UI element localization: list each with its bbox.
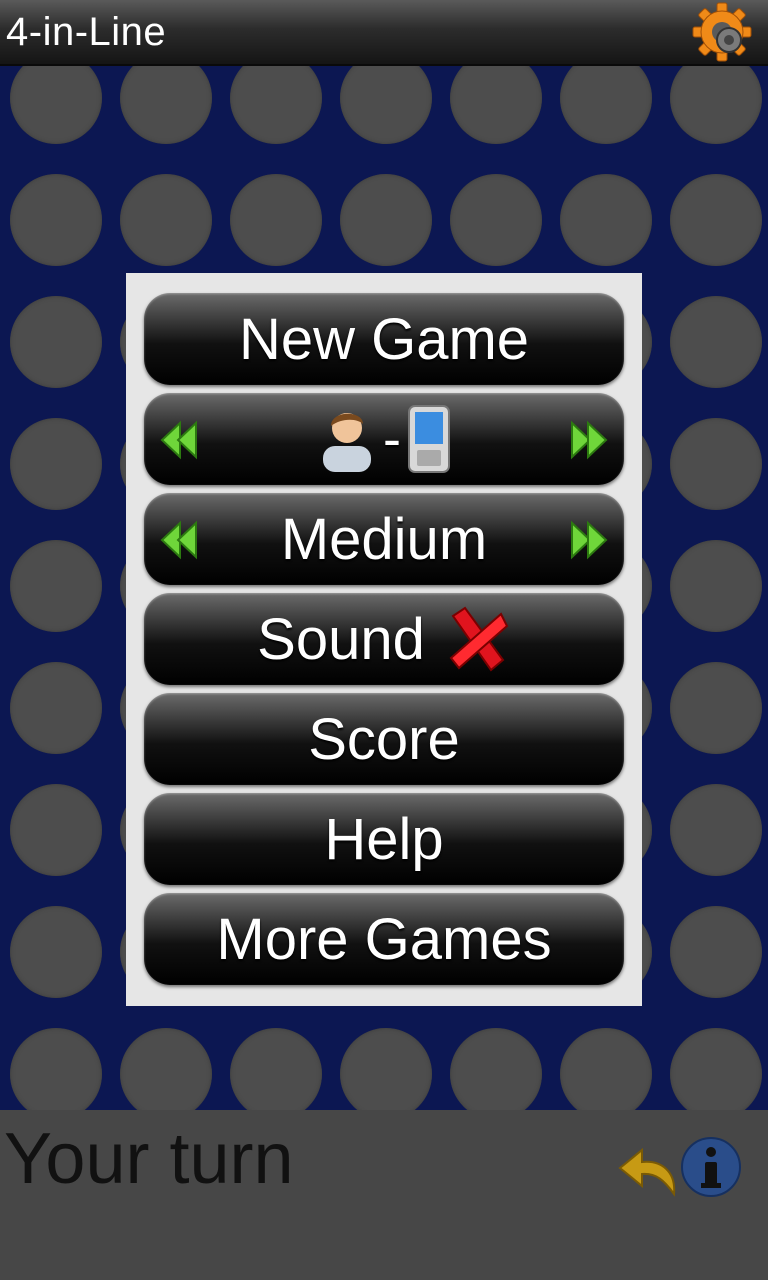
board-hole[interactable] <box>670 1028 762 1110</box>
board-hole[interactable] <box>450 66 542 144</box>
previous-mode-arrow-icon[interactable] <box>158 419 200 461</box>
score-button[interactable]: Score <box>144 693 624 785</box>
next-mode-arrow-icon[interactable] <box>568 419 610 461</box>
new-game-button[interactable]: New Game <box>144 293 624 385</box>
board-hole[interactable] <box>120 1028 212 1110</box>
previous-difficulty-arrow-icon[interactable] <box>158 519 200 561</box>
board-hole[interactable] <box>120 66 212 144</box>
more-games-button[interactable]: More Games <box>144 893 624 985</box>
board-hole[interactable] <box>10 1028 102 1110</box>
board-hole[interactable] <box>230 66 322 144</box>
board-hole[interactable] <box>670 540 762 632</box>
board-hole[interactable] <box>10 296 102 388</box>
board-hole[interactable] <box>10 174 102 266</box>
board-hole[interactable] <box>560 66 652 144</box>
board-hole[interactable] <box>10 784 102 876</box>
board-hole[interactable] <box>670 296 762 388</box>
main-menu-panel: New Game - Medium Sound Score Help More … <box>126 273 642 1006</box>
board-hole[interactable] <box>10 662 102 754</box>
board-hole[interactable] <box>230 1028 322 1110</box>
board-hole[interactable] <box>670 174 762 266</box>
sound-off-x-icon <box>449 606 509 672</box>
board-hole[interactable] <box>450 174 542 266</box>
board-hole[interactable] <box>670 662 762 754</box>
board-hole[interactable] <box>340 1028 432 1110</box>
board-hole[interactable] <box>10 66 102 144</box>
settings-gear-icon[interactable] <box>692 2 752 62</box>
board-hole[interactable] <box>10 540 102 632</box>
board-hole[interactable] <box>10 418 102 510</box>
info-icon[interactable] <box>680 1136 742 1198</box>
sound-toggle-button[interactable]: Sound <box>144 593 624 685</box>
game-mode-selector[interactable]: - <box>144 393 624 485</box>
board-hole[interactable] <box>120 174 212 266</box>
person-icon <box>323 413 371 472</box>
mode-separator: - <box>383 409 401 469</box>
board-hole[interactable] <box>450 1028 542 1110</box>
difficulty-label: Medium <box>280 506 488 572</box>
score-label: Score <box>308 706 460 772</box>
board-hole[interactable] <box>10 906 102 998</box>
difficulty-selector[interactable]: Medium <box>144 493 624 585</box>
board-hole[interactable] <box>340 66 432 144</box>
help-label: Help <box>324 806 444 872</box>
title-bar: 4-in-Line <box>0 0 768 66</box>
phone-icon <box>407 405 450 473</box>
help-button[interactable]: Help <box>144 793 624 885</box>
new-game-label: New Game <box>238 306 530 372</box>
board-hole[interactable] <box>670 906 762 998</box>
undo-icon[interactable] <box>614 1138 684 1200</box>
next-difficulty-arrow-icon[interactable] <box>568 519 610 561</box>
app-title: 4-in-Line <box>6 10 167 54</box>
board-hole[interactable] <box>230 174 322 266</box>
board-hole[interactable] <box>560 174 652 266</box>
board-hole[interactable] <box>560 1028 652 1110</box>
board-hole[interactable] <box>340 174 432 266</box>
board-hole[interactable] <box>670 418 762 510</box>
sound-label: Sound <box>257 606 425 672</box>
board-hole[interactable] <box>670 784 762 876</box>
turn-status-text: Your turn <box>4 1119 294 1199</box>
more-games-label: More Games <box>216 906 552 972</box>
board-hole[interactable] <box>670 66 762 144</box>
